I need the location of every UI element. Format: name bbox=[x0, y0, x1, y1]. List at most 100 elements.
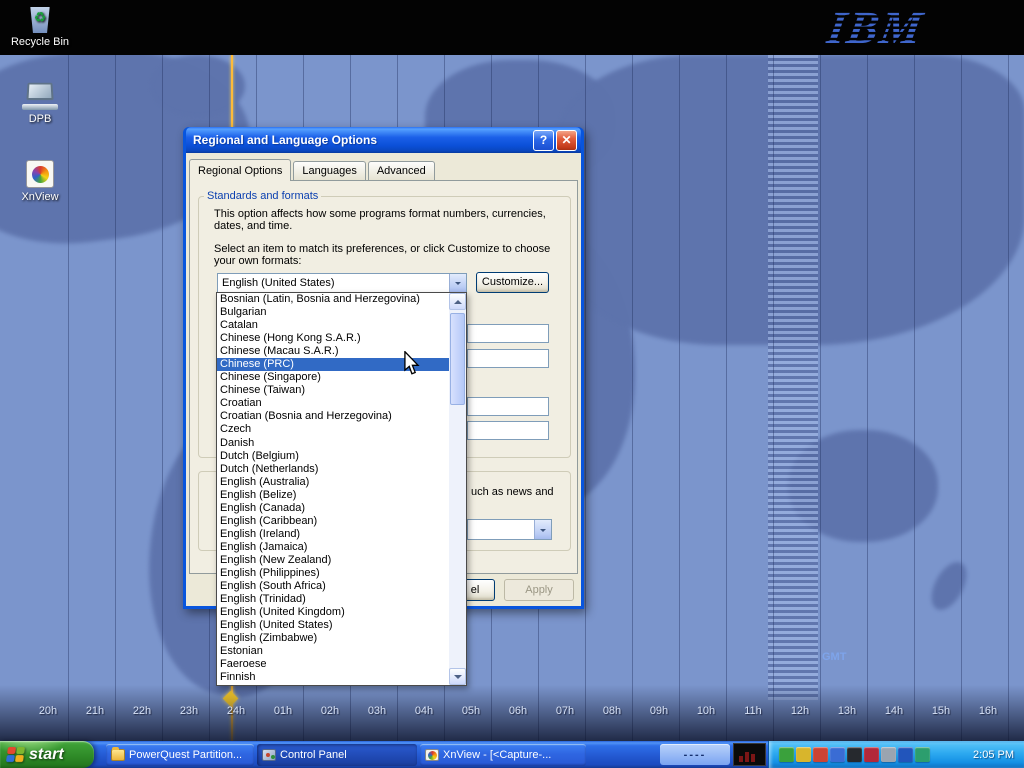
locale-option[interactable]: Czech bbox=[217, 423, 449, 436]
scrollbar-thumb[interactable] bbox=[450, 313, 465, 405]
tab-languages[interactable]: Languages bbox=[293, 161, 365, 180]
timezone-label: 07h bbox=[550, 705, 580, 717]
locale-combobox-value: English (United States) bbox=[218, 274, 449, 292]
timezone-label: 23h bbox=[174, 705, 204, 717]
tab-advanced[interactable]: Advanced bbox=[368, 161, 435, 180]
taskbar-meter[interactable] bbox=[733, 743, 766, 766]
desktop-icon-dpb[interactable]: DPB bbox=[8, 82, 72, 125]
standards-group-title: Standards and formats bbox=[204, 190, 321, 202]
taskbar-task[interactable]: XnView - [<Capture-... bbox=[420, 744, 586, 766]
locale-option[interactable]: Faeroese bbox=[217, 658, 449, 671]
standards-description: This option affects how some programs fo… bbox=[214, 208, 562, 232]
locale-option[interactable]: English (New Zealand) bbox=[217, 554, 449, 567]
locale-option[interactable]: English (United Kingdom) bbox=[217, 606, 449, 619]
locale-option[interactable]: English (Canada) bbox=[217, 502, 449, 515]
tray-icon-6[interactable] bbox=[864, 747, 879, 762]
locale-dropdown-list: Bosnian (Latin, Bosnia and Herzegovina)B… bbox=[216, 292, 467, 686]
locale-option[interactable]: Croatian (Bosnia and Herzegovina) bbox=[217, 410, 449, 423]
locale-option[interactable]: Finnish bbox=[217, 671, 449, 684]
combobox-dropdown-arrow[interactable] bbox=[449, 274, 466, 292]
dialog-title: Regional and Language Options bbox=[193, 133, 531, 147]
timezone-label: 06h bbox=[503, 705, 533, 717]
tray-icon-4[interactable] bbox=[830, 747, 845, 762]
top-strip: ♻ Recycle Bin IBM bbox=[0, 0, 1024, 55]
recycle-bin-icon: ♻ bbox=[27, 3, 53, 33]
timezone-label: 02h bbox=[315, 705, 345, 717]
tray-icon-5[interactable] bbox=[847, 747, 862, 762]
timezone-label: 10h bbox=[691, 705, 721, 717]
scroll-up-button[interactable] bbox=[449, 293, 466, 310]
locale-option[interactable]: Estonian bbox=[217, 645, 449, 658]
timezone-label: 09h bbox=[644, 705, 674, 717]
locale-option[interactable]: Danish bbox=[217, 437, 449, 450]
location-combobox-value bbox=[468, 520, 534, 539]
locale-option[interactable]: Chinese (Hong Kong S.A.R.) bbox=[217, 332, 449, 345]
timezone-label: 20h bbox=[33, 705, 63, 717]
timezone-label: 12h bbox=[785, 705, 815, 717]
locale-option[interactable]: English (Belize) bbox=[217, 489, 449, 502]
timezone-label: 22h bbox=[127, 705, 157, 717]
locale-option[interactable]: Dutch (Netherlands) bbox=[217, 463, 449, 476]
deskband-toolbar[interactable]: ---- bbox=[660, 744, 730, 765]
timezone-label: 03h bbox=[362, 705, 392, 717]
timezone-label: 16h bbox=[973, 705, 1003, 717]
tray-icon-3[interactable] bbox=[813, 747, 828, 762]
locale-option[interactable]: Bosnian (Latin, Bosnia and Herzegovina) bbox=[217, 293, 449, 306]
desktop-icon-recycle-bin[interactable]: ♻ Recycle Bin bbox=[8, 3, 72, 48]
sample-field-fragment bbox=[467, 324, 549, 343]
timezone-label: 08h bbox=[597, 705, 627, 717]
scroll-down-button[interactable] bbox=[449, 668, 466, 685]
timezone-label: 04h bbox=[409, 705, 439, 717]
timezone-scale: 20h21h22h23h24h01h02h03h04h05h06h07h08h0… bbox=[0, 705, 1024, 721]
list-scrollbar[interactable] bbox=[449, 293, 466, 685]
gmt-label: GMT bbox=[822, 651, 846, 663]
tab-regional-options[interactable]: Regional Options bbox=[189, 159, 291, 181]
tray-icon-7[interactable] bbox=[881, 747, 896, 762]
locale-option[interactable]: English (United States) bbox=[217, 619, 449, 632]
timezone-label: 11h bbox=[738, 705, 768, 717]
combobox-dropdown-arrow[interactable] bbox=[534, 520, 551, 539]
start-button[interactable]: start bbox=[0, 741, 94, 768]
locale-option[interactable]: English (Caribbean) bbox=[217, 515, 449, 528]
tray-icons bbox=[779, 747, 930, 762]
sample-field-fragment bbox=[467, 421, 549, 440]
tray-icon-2[interactable] bbox=[796, 747, 811, 762]
timezone-label: 05h bbox=[456, 705, 486, 717]
desktop: GMT 20h21h22h23h24h01h02h03h04h05h06h07h… bbox=[0, 0, 1024, 768]
tray-clock[interactable]: 2:05 PM bbox=[973, 749, 1014, 761]
tab-strip: Regional Options Languages Advanced bbox=[189, 159, 437, 180]
task-label: Control Panel bbox=[280, 749, 347, 761]
locale-option[interactable]: Bulgarian bbox=[217, 306, 449, 319]
locale-option[interactable]: English (Trinidad) bbox=[217, 593, 449, 606]
locale-option[interactable]: English (Philippines) bbox=[217, 567, 449, 580]
locale-option[interactable]: English (South Africa) bbox=[217, 580, 449, 593]
standards-instruction: Select an item to match its preferences,… bbox=[214, 243, 564, 267]
close-button[interactable]: ✕ bbox=[556, 130, 577, 151]
taskbar-tasks: PowerQuest Partition... Control Panel XnVi… bbox=[106, 741, 586, 768]
apply-button[interactable]: Apply bbox=[504, 579, 574, 601]
taskbar-task[interactable]: PowerQuest Partition... bbox=[106, 744, 254, 766]
dialog-titlebar[interactable]: Regional and Language Options ? ✕ bbox=[186, 127, 581, 153]
taskbar-task[interactable]: Control Panel bbox=[257, 744, 417, 766]
tray-icon-9[interactable] bbox=[915, 747, 930, 762]
locale-option[interactable]: English (Jamaica) bbox=[217, 541, 449, 554]
customize-button[interactable]: Customize... bbox=[476, 272, 549, 293]
locale-option[interactable]: Chinese (Taiwan) bbox=[217, 384, 449, 397]
location-combobox-fragment[interactable] bbox=[467, 519, 552, 540]
locale-option[interactable]: English (Australia) bbox=[217, 476, 449, 489]
locale-option[interactable]: English (Ireland) bbox=[217, 528, 449, 541]
sample-field-fragment bbox=[467, 397, 549, 416]
tray-icon-8[interactable] bbox=[898, 747, 913, 762]
help-button[interactable]: ? bbox=[533, 130, 554, 151]
timezone-label: 14h bbox=[879, 705, 909, 717]
locale-option[interactable]: Dutch (Belgium) bbox=[217, 450, 449, 463]
timezone-label: 21h bbox=[80, 705, 110, 717]
desktop-icon-xnview[interactable]: XnView bbox=[8, 160, 72, 203]
locale-option[interactable]: English (Zimbabwe) bbox=[217, 632, 449, 645]
locale-option[interactable]: Catalan bbox=[217, 319, 449, 332]
locale-option[interactable]: Croatian bbox=[217, 397, 449, 410]
tray-icon-1[interactable] bbox=[779, 747, 794, 762]
locale-combobox[interactable]: English (United States) bbox=[217, 273, 467, 293]
task-label: PowerQuest Partition... bbox=[129, 749, 242, 761]
system-tray: 2:05 PM bbox=[768, 741, 1024, 768]
